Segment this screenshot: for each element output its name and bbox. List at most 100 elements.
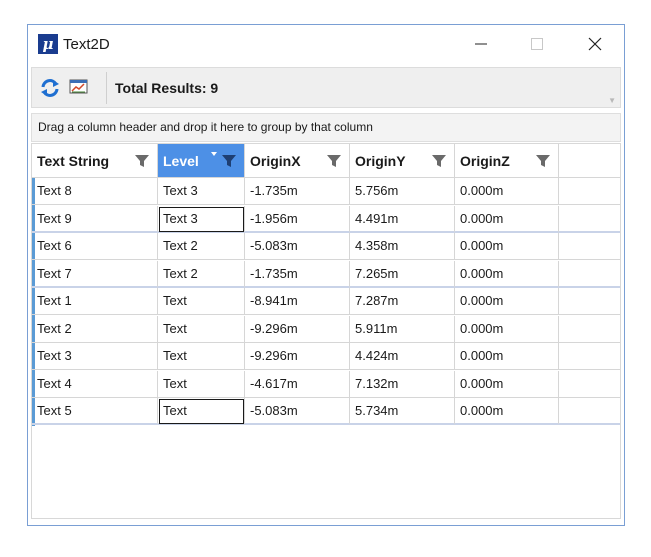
cell-origin-y[interactable]: 4.358m xyxy=(350,233,455,260)
cell-origin-y[interactable]: 5.756m xyxy=(350,178,455,205)
cell-origin-x[interactable]: -5.083m xyxy=(245,233,350,260)
toolbar-overflow-icon[interactable]: ▼ xyxy=(608,96,616,105)
cell-origin-y[interactable]: 7.132m xyxy=(350,370,455,398)
table-row[interactable]: Text 3 Text -9.296m 4.424m 0.000m xyxy=(32,343,620,371)
cell-text-string[interactable]: Text 9 xyxy=(32,205,158,233)
column-header-text-string[interactable]: Text String xyxy=(32,144,158,178)
table-row[interactable]: Text 2 Text -9.296m 5.911m 0.000m xyxy=(32,315,620,343)
cell-filler xyxy=(559,206,620,233)
cell-origin-x[interactable]: -5.083m xyxy=(245,398,350,425)
text2d-window: μ Text2D Total Results: 9 ▼ Drag a colum… xyxy=(27,24,625,526)
group-by-panel[interactable]: Drag a column header and drop it here to… xyxy=(31,113,621,142)
column-header-label: OriginZ xyxy=(460,153,510,169)
cell-filler xyxy=(559,343,620,370)
cell-origin-z[interactable]: 0.000m xyxy=(455,288,559,315)
filter-icon[interactable] xyxy=(432,154,446,168)
cell-level[interactable]: Text 2 xyxy=(158,233,245,260)
cell-filler xyxy=(559,233,620,260)
cell-text-string[interactable]: Text 7 xyxy=(32,260,158,288)
cell-origin-x[interactable]: -1.735m xyxy=(245,260,350,288)
cell-filler xyxy=(559,288,620,315)
table-row[interactable]: Text 4 Text -4.617m 7.132m 0.000m xyxy=(32,370,620,398)
toolbar-separator xyxy=(106,72,107,104)
cell-origin-y[interactable]: 5.734m xyxy=(350,398,455,425)
cell-text-string[interactable]: Text 4 xyxy=(32,370,158,398)
column-header-label: Text String xyxy=(37,153,110,169)
cell-filler xyxy=(559,261,620,288)
column-header-label: Level xyxy=(163,153,199,169)
cell-origin-x[interactable]: -1.956m xyxy=(245,205,350,233)
filter-icon[interactable] xyxy=(327,154,341,168)
cell-origin-z[interactable]: 0.000m xyxy=(455,315,559,343)
cell-level[interactable]: Text xyxy=(158,398,245,425)
chart-icon xyxy=(69,79,88,94)
cell-level[interactable]: Text xyxy=(158,288,245,315)
refresh-icon xyxy=(41,79,59,97)
chart-button[interactable] xyxy=(69,78,91,98)
filter-icon[interactable] xyxy=(536,154,550,168)
cell-origin-z[interactable]: 0.000m xyxy=(455,205,559,233)
cell-origin-z[interactable]: 0.000m xyxy=(455,233,559,260)
app-logo-icon: μ xyxy=(38,34,58,54)
cell-level[interactable]: Text xyxy=(158,343,245,370)
cell-text-string[interactable]: Text 5 xyxy=(32,398,158,425)
refresh-button[interactable] xyxy=(39,78,61,98)
results-grid: Text String Level OriginX OriginY OriginZ Tex… xyxy=(31,143,621,519)
window-title: Text2D xyxy=(63,36,110,53)
toolbar: Total Results: 9 ▼ xyxy=(31,67,621,108)
column-header-origin-x[interactable]: OriginX xyxy=(245,144,350,178)
cell-origin-y[interactable]: 4.491m xyxy=(350,205,455,233)
cell-origin-z[interactable]: 0.000m xyxy=(455,343,559,370)
table-row[interactable]: Text 8 Text 3 -1.735m 5.756m 0.000m xyxy=(32,178,620,206)
column-header-level[interactable]: Level xyxy=(158,144,245,178)
cell-origin-x[interactable]: -1.735m xyxy=(245,178,350,205)
cell-origin-x[interactable]: -9.296m xyxy=(245,343,350,370)
cell-origin-z[interactable]: 0.000m xyxy=(455,178,559,205)
cell-text-string[interactable]: Text 8 xyxy=(32,178,158,205)
cell-origin-z[interactable]: 0.000m xyxy=(455,260,559,288)
table-row[interactable]: Text 5 Text -5.083m 5.734m 0.000m xyxy=(32,398,620,426)
cell-filler xyxy=(559,316,620,343)
cell-text-string[interactable]: Text 3 xyxy=(32,343,158,370)
table-row[interactable]: Text 1 Text -8.941m 7.287m 0.000m xyxy=(32,288,620,316)
column-header-origin-y[interactable]: OriginY xyxy=(350,144,455,178)
close-button[interactable] xyxy=(572,25,618,63)
cell-origin-x[interactable]: -4.617m xyxy=(245,370,350,398)
total-results-label: Total Results: 9 xyxy=(115,80,219,96)
table-row[interactable]: Text 9 Text 3 -1.956m 4.491m 0.000m xyxy=(32,205,620,233)
column-header-label: OriginX xyxy=(250,153,301,169)
cell-text-string[interactable]: Text 2 xyxy=(32,315,158,343)
cell-filler xyxy=(559,371,620,398)
maximize-button[interactable] xyxy=(514,25,560,63)
cell-text-string[interactable]: Text 1 xyxy=(32,288,158,315)
maximize-icon xyxy=(531,38,543,50)
column-header-label: OriginY xyxy=(355,153,406,169)
cell-origin-z[interactable]: 0.000m xyxy=(455,398,559,425)
filter-icon[interactable] xyxy=(135,154,149,168)
title-bar[interactable]: μ Text2D xyxy=(28,25,624,65)
cell-origin-y[interactable]: 4.424m xyxy=(350,343,455,370)
cell-text-string[interactable]: Text 6 xyxy=(32,233,158,260)
cell-level[interactable]: Text 3 xyxy=(158,205,245,233)
cell-filler xyxy=(559,178,620,205)
cell-origin-x[interactable]: -8.941m xyxy=(245,288,350,315)
minimize-button[interactable] xyxy=(458,25,504,63)
cell-origin-z[interactable]: 0.000m xyxy=(455,370,559,398)
cell-level[interactable]: Text xyxy=(158,370,245,398)
cell-filler xyxy=(559,398,620,425)
cell-level[interactable]: Text 3 xyxy=(158,178,245,205)
cell-level[interactable]: Text xyxy=(158,315,245,343)
cell-origin-y[interactable]: 7.265m xyxy=(350,260,455,288)
grid-header-row: Text String Level OriginX OriginY OriginZ xyxy=(32,144,620,178)
cell-level[interactable]: Text 2 xyxy=(158,260,245,288)
table-row[interactable]: Text 6 Text 2 -5.083m 4.358m 0.000m xyxy=(32,233,620,261)
column-header-origin-z[interactable]: OriginZ xyxy=(455,144,559,178)
table-row[interactable]: Text 7 Text 2 -1.735m 7.265m 0.000m xyxy=(32,260,620,288)
cell-origin-x[interactable]: -9.296m xyxy=(245,315,350,343)
cell-origin-y[interactable]: 7.287m xyxy=(350,288,455,315)
column-header-filler xyxy=(559,144,620,178)
cell-origin-y[interactable]: 5.911m xyxy=(350,315,455,343)
minimize-icon xyxy=(475,43,487,45)
filter-icon[interactable] xyxy=(222,154,236,168)
close-icon xyxy=(588,37,602,51)
